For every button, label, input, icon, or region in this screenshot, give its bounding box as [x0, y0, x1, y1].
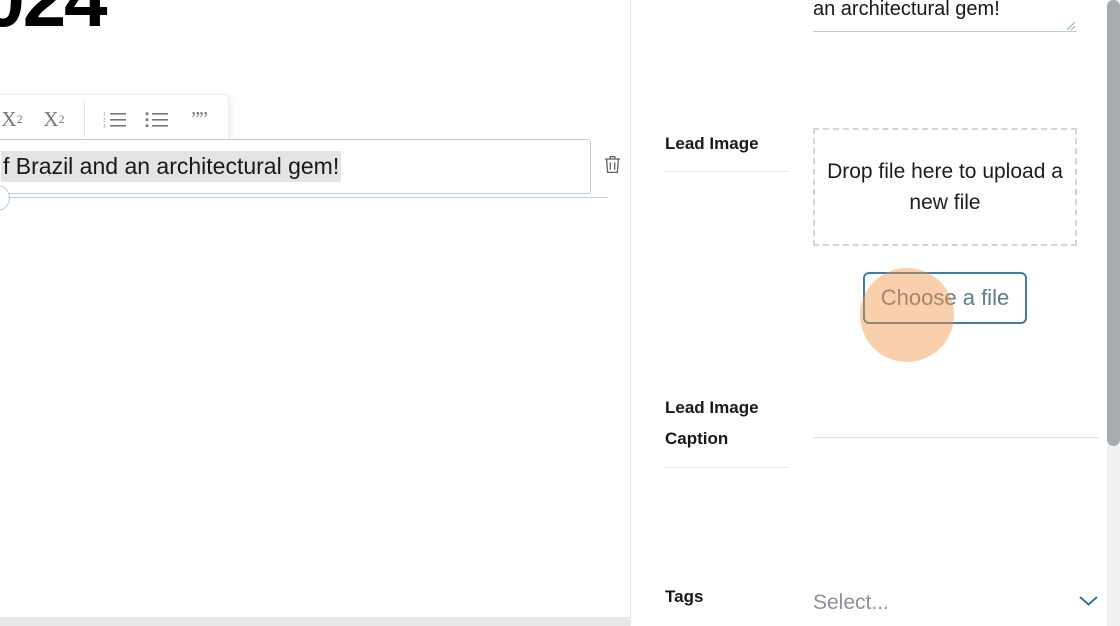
lead-image-field-row: Lead Image Drop file here to upload a ne… — [665, 128, 1107, 324]
ordered-list-button[interactable]: 1 2 3 — [94, 98, 136, 140]
trash-icon — [603, 154, 622, 180]
metadata-sidebar-pane: the capital of Brazil and an architectur… — [631, 0, 1120, 626]
tags-placeholder: Select... — [813, 591, 889, 614]
lead-image-label-rule — [665, 171, 789, 173]
toolbar-divider — [84, 101, 85, 137]
superscript-button[interactable]: X2 — [33, 98, 75, 140]
summary-control: the capital of Brazil and an architectur… — [813, 0, 1107, 32]
blockquote-icon: ”” — [191, 107, 208, 130]
choose-file-button[interactable]: Choose a file — [862, 272, 1028, 324]
document-heading: 2024 — [0, 0, 108, 45]
delete-block-button[interactable] — [595, 139, 629, 194]
bullet-list-button[interactable] — [136, 98, 178, 140]
svg-text:2: 2 — [103, 119, 106, 124]
chevron-down-icon[interactable] — [1078, 594, 1099, 612]
superscript-label: X — [43, 106, 59, 131]
lead-image-label: Lead Image — [665, 134, 759, 153]
subscript-label: X — [1, 106, 17, 131]
sidebar-scrollbar-track[interactable] — [1107, 0, 1120, 626]
lead-image-caption-control — [813, 392, 1107, 468]
resize-grip-icon[interactable] — [1065, 18, 1076, 31]
rich-text-toolbar: X2 X2 1 2 3 ”” — [0, 94, 229, 144]
tags-field-row: Tags Select... — [665, 581, 1107, 625]
svg-text:3: 3 — [103, 125, 106, 129]
summary-label-spacer — [665, 0, 813, 32]
tags-label: Tags — [665, 587, 704, 606]
lead-image-label-col: Lead Image — [665, 128, 813, 324]
lead-image-caption-field-row: Lead Image Caption — [665, 392, 1107, 468]
editor-footer-bar — [0, 617, 631, 626]
summary-textarea[interactable]: the capital of Brazil and an architectur… — [813, 0, 1077, 32]
choose-file-wrap: Choose a file — [813, 272, 1077, 324]
dropzone-text: Drop file here to upload a new file — [827, 159, 1063, 215]
tags-select[interactable]: Select... — [813, 581, 1099, 625]
subscript-button[interactable]: X2 — [0, 98, 33, 140]
subscript-index: 2 — [16, 111, 23, 126]
lead-image-caption-label-col: Lead Image Caption — [665, 392, 813, 468]
sidebar-scrollbar-thumb[interactable] — [1107, 0, 1120, 446]
summary-value: the capital of Brazil and an architectur… — [813, 0, 1000, 20]
blockquote-button[interactable]: ”” — [178, 98, 220, 140]
lead-image-control: Drop file here to upload a new file Choo… — [813, 128, 1107, 324]
lead-image-caption-label: Lead Image Caption — [665, 398, 759, 449]
editor-block-selected-text: f Brazil and an architectural gem! — [1, 151, 342, 182]
superscript-index: 2 — [58, 111, 65, 126]
lead-image-dropzone[interactable]: Drop file here to upload a new file — [813, 128, 1077, 246]
editor-block-row: f Brazil and an architectural gem! — [0, 139, 631, 194]
summary-field-row: the capital of Brazil and an architectur… — [665, 0, 1107, 32]
add-block-rule — [8, 197, 608, 198]
svg-text:1: 1 — [103, 113, 106, 118]
content-editor-pane: 2024 X2 X2 1 2 3 — [0, 0, 631, 626]
lead-image-caption-label-rule — [665, 466, 789, 468]
editor-block-input[interactable]: f Brazil and an architectural gem! — [0, 139, 591, 194]
lead-image-caption-input[interactable] — [813, 392, 1099, 438]
tags-control: Select... — [813, 581, 1107, 625]
ordered-list-icon: 1 2 3 — [103, 110, 127, 128]
app-root: 2024 X2 X2 1 2 3 — [0, 0, 1120, 626]
bullet-list-icon — [145, 110, 169, 128]
